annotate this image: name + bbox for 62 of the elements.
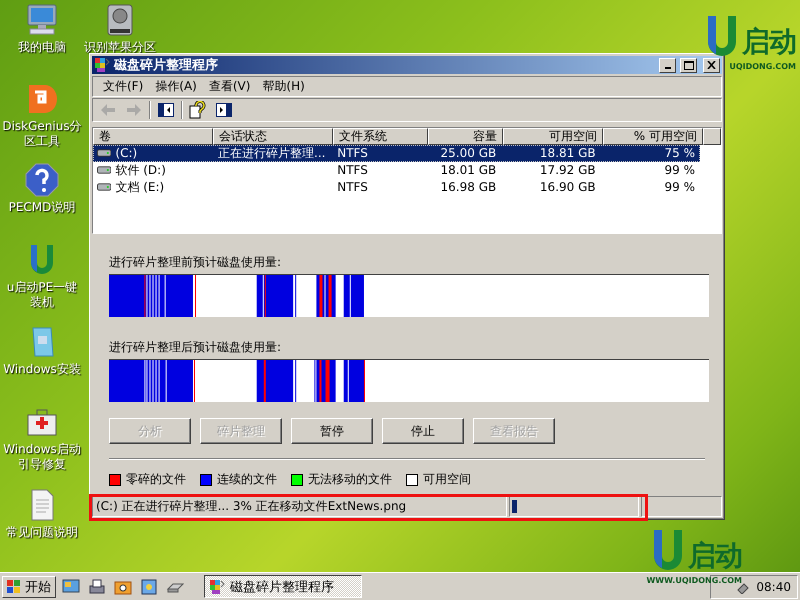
- volume-row[interactable]: 软件 (D:) NTFS 18.01 GB 17.92 GB 99 %: [93, 162, 700, 178]
- volume-row[interactable]: 文档 (E:) NTFS 16.98 GB 16.90 GB 99 %: [93, 178, 700, 196]
- drive-icon: [97, 165, 112, 175]
- windows-logo-icon: [7, 580, 21, 594]
- menu-item[interactable]: 文件(F): [99, 78, 152, 96]
- minimize-button[interactable]: [659, 58, 676, 73]
- table-cell-text: 18.01 GB: [440, 163, 498, 177]
- column-header[interactable]: 可用空间: [503, 128, 603, 144]
- start-button[interactable]: 开始: [2, 576, 56, 598]
- help-icon: [25, 163, 59, 197]
- volume-row[interactable]: (C:) 正在进行碎片整理... NTFS 25.00 GB 18.81 GB 75 %: [93, 144, 700, 162]
- maximize-button[interactable]: [680, 58, 697, 73]
- action-button[interactable]: 停止: [382, 418, 464, 444]
- computer-icon: [25, 3, 59, 37]
- logo-website: WWW.UQIDONG.COM: [646, 576, 742, 585]
- menu-item[interactable]: 帮助(H): [258, 78, 313, 96]
- legend-label: 无法移动的文件: [308, 471, 392, 488]
- table-cell-text: 17.92 GB: [538, 163, 597, 177]
- table-cell-text: 正在进行碎片整理...: [217, 144, 326, 162]
- table-cell-text: 18.81 GB: [538, 146, 597, 160]
- legend-label: 可用空间: [423, 471, 471, 488]
- maximize-icon: [684, 60, 694, 70]
- column-header[interactable]: % 可用空间: [603, 128, 703, 144]
- clock: 08:40: [756, 580, 791, 594]
- column-header[interactable]: 卷: [93, 128, 213, 144]
- table-cell-text: NTFS: [336, 163, 369, 177]
- desktop-icon[interactable]: [62, 578, 80, 596]
- column-header[interactable]: 会话状态: [213, 128, 333, 144]
- column-header[interactable]: 文件系统: [333, 128, 428, 144]
- printer-icon[interactable]: [88, 578, 106, 596]
- drive-icon: [97, 182, 112, 192]
- logo-text: 启动: [742, 24, 796, 60]
- menu-item[interactable]: 查看(V): [204, 78, 258, 96]
- table-cell-text: NTFS: [336, 146, 369, 160]
- table-cell-text: 16.90 GB: [538, 180, 597, 194]
- legend-label: 零碎的文件: [126, 471, 186, 488]
- column-header[interactable]: 容量: [428, 128, 503, 144]
- table-cell-text: 99 %: [664, 180, 696, 194]
- table-cell-text: NTFS: [336, 180, 369, 194]
- legend-label: 连续的文件: [217, 471, 277, 488]
- status-text: (C:) 正在进行碎片整理... 3% 正在移动文件ExtNews.png: [92, 496, 507, 517]
- table-cell-text: 25.00 GB: [440, 146, 498, 160]
- defrag-app-icon: [94, 57, 110, 74]
- table-cell-text: 软件 (D:): [114, 162, 167, 178]
- close-icon: [707, 61, 716, 70]
- drive-icon: [97, 148, 112, 158]
- table-cell-text: 文档 (E:): [114, 178, 166, 196]
- table-cell-text: 99 %: [664, 163, 696, 177]
- settings-icon[interactable]: [140, 578, 158, 596]
- table-cell-text: 16.98 GB: [440, 180, 498, 194]
- logo-text: 启动: [688, 538, 742, 574]
- map-label: 进行碎片整理前预计磁盘使用量:: [109, 254, 282, 271]
- taskbar-button[interactable]: 磁盘碎片整理程序: [204, 575, 362, 598]
- menu-item[interactable]: 操作(A): [151, 78, 205, 96]
- map-label: 进行碎片整理后预计磁盘使用量:: [109, 339, 282, 356]
- table-cell-text: 75 %: [664, 146, 696, 160]
- action-button[interactable]: 暂停: [291, 418, 373, 444]
- close-button[interactable]: [703, 58, 720, 73]
- defrag-app-icon: [209, 578, 225, 594]
- window-title: 磁盘碎片整理程序: [114, 56, 219, 74]
- table-cell-text: (C:): [114, 146, 138, 160]
- logo-website: UQIDONG.COM: [729, 62, 796, 71]
